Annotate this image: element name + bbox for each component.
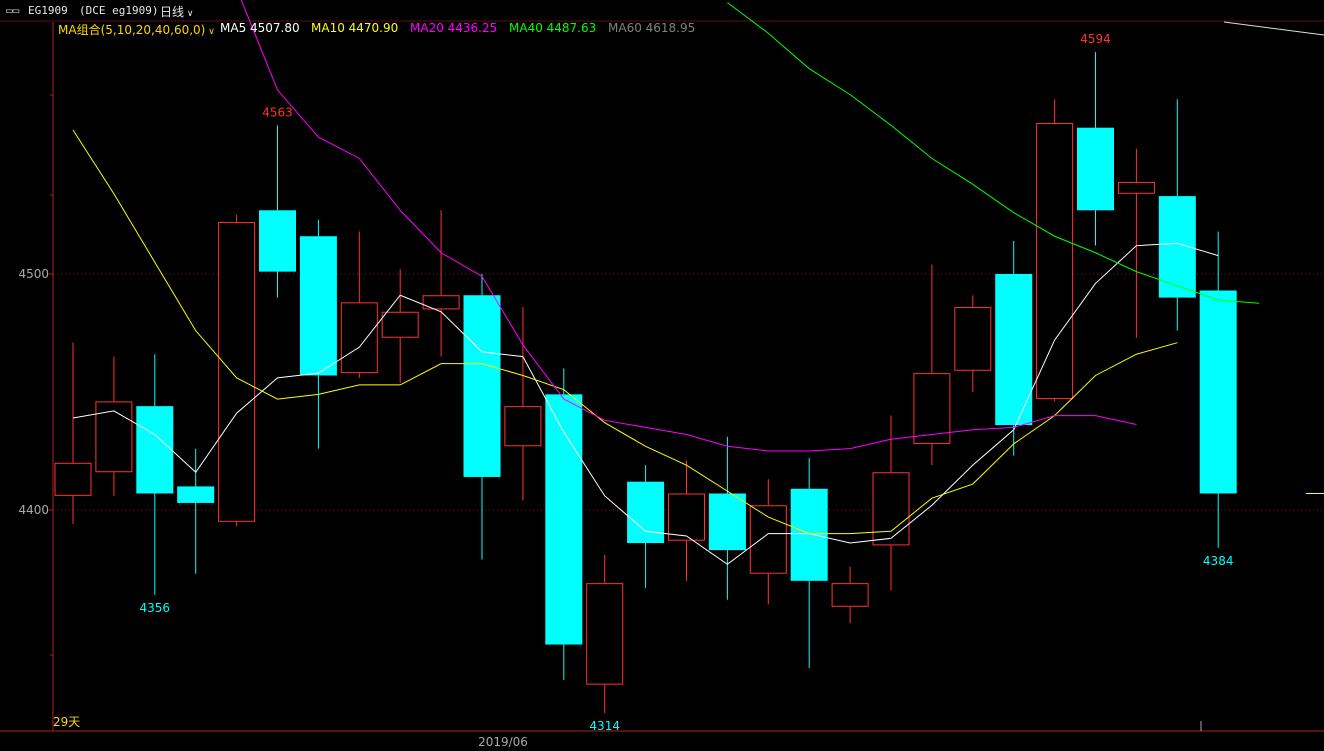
candle-body-up: [1036, 122, 1074, 400]
chevron-down-icon: ∨: [205, 27, 215, 37]
y-tick-label: 4400: [18, 503, 49, 517]
period-selector[interactable]: 日线 ∨: [160, 3, 193, 20]
candle: [1036, 99, 1074, 402]
ma-group-selector[interactable]: MA组合(5,10,20,40,60,0) ∨: [58, 21, 215, 38]
candle: [177, 448, 215, 574]
contract-label: (DCE eg1909): [79, 4, 159, 17]
extreme-price-label: 4594: [1080, 32, 1111, 46]
candle-body-down: [136, 406, 174, 494]
candle-body-up: [586, 583, 624, 685]
candle-body-up: [504, 406, 542, 447]
candle: [954, 295, 992, 392]
candle: [381, 269, 419, 383]
candle: [218, 215, 256, 527]
candle-body-down: [790, 488, 828, 581]
candle-body-up: [872, 472, 910, 546]
candle: [586, 554, 624, 713]
candle: [668, 460, 705, 581]
period-label: 日线: [160, 5, 185, 19]
y-tick-label: 4500: [18, 267, 49, 281]
candle: [749, 479, 787, 605]
candle: [545, 368, 583, 680]
candle-body-down: [627, 481, 665, 544]
candle-body-down: [1199, 290, 1237, 494]
candle: [708, 436, 746, 600]
candle-body-up: [381, 311, 419, 338]
extreme-price-label: 4563: [262, 105, 293, 119]
candle-body-up: [340, 302, 378, 374]
candle: [831, 566, 869, 624]
candle-body-up: [1117, 181, 1155, 194]
candle-body-up: [54, 462, 92, 496]
extreme-price-label: 4314: [589, 719, 620, 733]
candle-body-down: [463, 295, 501, 477]
candle: [913, 264, 951, 466]
extreme-price-label: 4356: [140, 601, 171, 615]
candle-body-up: [831, 583, 869, 607]
legend-item-ma10: MA10 4470.90: [311, 21, 399, 35]
window-icon[interactable]: ▭▭: [6, 4, 19, 17]
ma-group-label: MA组合(5,10,20,40,60,0): [58, 23, 206, 37]
extreme-price-label: 4384: [1203, 554, 1234, 568]
candle-body-down: [259, 210, 296, 272]
candle: [259, 125, 296, 298]
candle-body-up: [218, 222, 256, 522]
legend-item-ma5: MA5 4507.80: [220, 21, 300, 35]
candle: [340, 231, 378, 378]
candlestick-chart[interactable]: 4400 4500 4356 4563 4314 4594 4384 29天 2019/06: [0, 0, 1324, 751]
days-count-label: 29天: [53, 715, 80, 729]
x-date-label: 2019/06: [478, 735, 528, 749]
candle-body-up: [95, 401, 133, 473]
candle: [54, 342, 92, 525]
symbol-label: EG1909: [28, 4, 68, 17]
candle: [463, 274, 501, 560]
legend-item-ma60: MA60 4618.95: [608, 21, 696, 35]
candle: [422, 210, 460, 357]
candle-body-up: [668, 493, 705, 541]
candle: [1077, 52, 1114, 246]
legend-item-ma40: MA40 4487.63: [509, 21, 597, 35]
chevron-down-icon: ∨: [184, 9, 194, 19]
candle-body-down: [177, 486, 215, 503]
candle: [504, 307, 542, 501]
title-bar: ▭▭ EG1909 (DCE eg1909) 日线 ∨: [0, 0, 1324, 22]
candle-body-down: [299, 236, 337, 376]
candle: [1117, 148, 1155, 338]
candle: [299, 219, 337, 449]
candle: [136, 354, 174, 595]
candle: [627, 465, 665, 588]
candle-body-up: [954, 307, 992, 371]
candle-body-down: [1077, 127, 1114, 211]
candle-body-down: [708, 493, 746, 551]
candle: [1199, 231, 1237, 548]
candle: [790, 458, 828, 669]
scroll-corner-curve: [1223, 21, 1324, 36]
candle: [1158, 99, 1196, 331]
candle: [95, 356, 133, 496]
legend-item-ma20: MA20 4436.25: [410, 21, 498, 35]
candle-body-up: [749, 505, 787, 574]
